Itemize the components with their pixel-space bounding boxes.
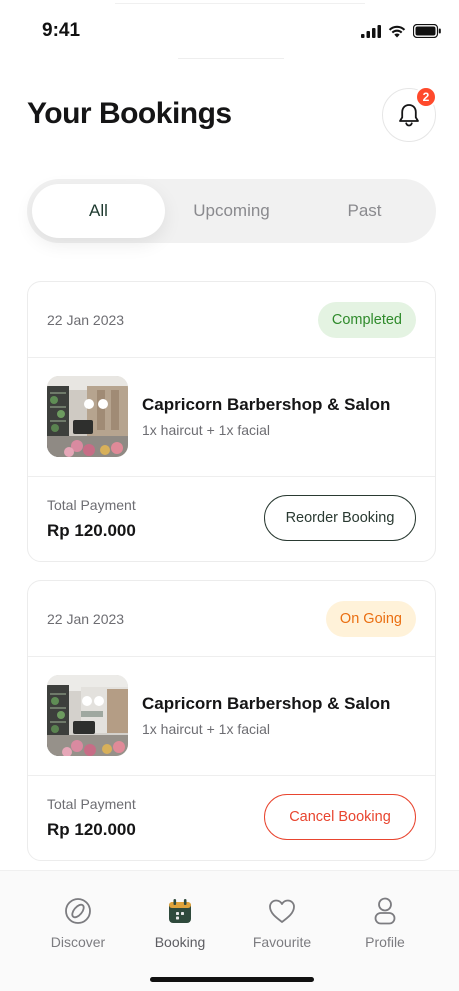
notification-badge: 2 bbox=[415, 86, 437, 108]
booking-date: 22 Jan 2023 bbox=[47, 611, 125, 627]
status-bar: 9:41 bbox=[0, 0, 459, 60]
compass-icon bbox=[63, 896, 93, 926]
cellular-signal-icon bbox=[361, 24, 381, 38]
home-indicator bbox=[150, 977, 314, 982]
booking-tabs: All Upcoming Past bbox=[27, 179, 436, 243]
nav-item-discover[interactable]: Discover bbox=[28, 896, 128, 950]
salon-thumbnail bbox=[47, 376, 128, 457]
nav-label: Booking bbox=[154, 934, 206, 950]
salon-thumbnail bbox=[47, 675, 128, 756]
tab-upcoming[interactable]: Upcoming bbox=[165, 184, 298, 238]
nav-label: Profile bbox=[365, 934, 405, 950]
page-title: Your Bookings bbox=[27, 97, 232, 130]
booking-services: 1x haircut + 1x facial bbox=[142, 721, 271, 737]
total-payment-label: Total Payment bbox=[47, 497, 136, 513]
tab-past[interactable]: Past bbox=[298, 184, 431, 238]
salon-name: Capricorn Barbershop & Salon bbox=[142, 694, 391, 713]
total-payment-value: Rp 120.000 bbox=[47, 521, 136, 540]
status-badge: Completed bbox=[317, 302, 416, 338]
divider bbox=[28, 476, 435, 477]
bell-icon bbox=[399, 104, 419, 127]
bottom-nav: Discover Booking Favourite Profile bbox=[0, 870, 459, 991]
booking-card[interactable]: 22 Jan 2023 On Going Capricorn Barbersho… bbox=[27, 580, 436, 861]
booking-date: 22 Jan 2023 bbox=[47, 312, 125, 328]
wifi-icon bbox=[388, 25, 406, 37]
nav-item-profile[interactable]: Profile bbox=[335, 896, 435, 950]
salon-name: Capricorn Barbershop & Salon bbox=[142, 395, 391, 414]
booking-card[interactable]: 22 Jan 2023 Completed Capricorn Barbersh… bbox=[27, 281, 436, 562]
divider bbox=[28, 357, 435, 358]
notch-divider bbox=[178, 58, 284, 59]
divider bbox=[28, 656, 435, 657]
nav-label: Favourite bbox=[252, 934, 312, 950]
top-edge-line bbox=[115, 0, 365, 4]
heart-icon bbox=[267, 896, 297, 926]
total-payment-label: Total Payment bbox=[47, 796, 136, 812]
nav-item-favourite[interactable]: Favourite bbox=[232, 896, 332, 950]
divider bbox=[28, 775, 435, 776]
reorder-booking-button[interactable]: Reorder Booking bbox=[264, 495, 416, 541]
status-icons bbox=[361, 24, 441, 38]
status-time: 9:41 bbox=[42, 20, 81, 41]
cancel-booking-button[interactable]: Cancel Booking bbox=[264, 794, 416, 840]
battery-icon bbox=[413, 24, 441, 38]
booking-services: 1x haircut + 1x facial bbox=[142, 422, 271, 438]
nav-item-booking[interactable]: Booking bbox=[130, 896, 230, 950]
tab-all[interactable]: All bbox=[32, 184, 165, 238]
calendar-icon bbox=[165, 896, 195, 926]
status-badge: On Going bbox=[325, 601, 416, 637]
nav-label: Discover bbox=[50, 934, 106, 950]
total-payment-value: Rp 120.000 bbox=[47, 820, 136, 839]
person-icon bbox=[370, 896, 400, 926]
